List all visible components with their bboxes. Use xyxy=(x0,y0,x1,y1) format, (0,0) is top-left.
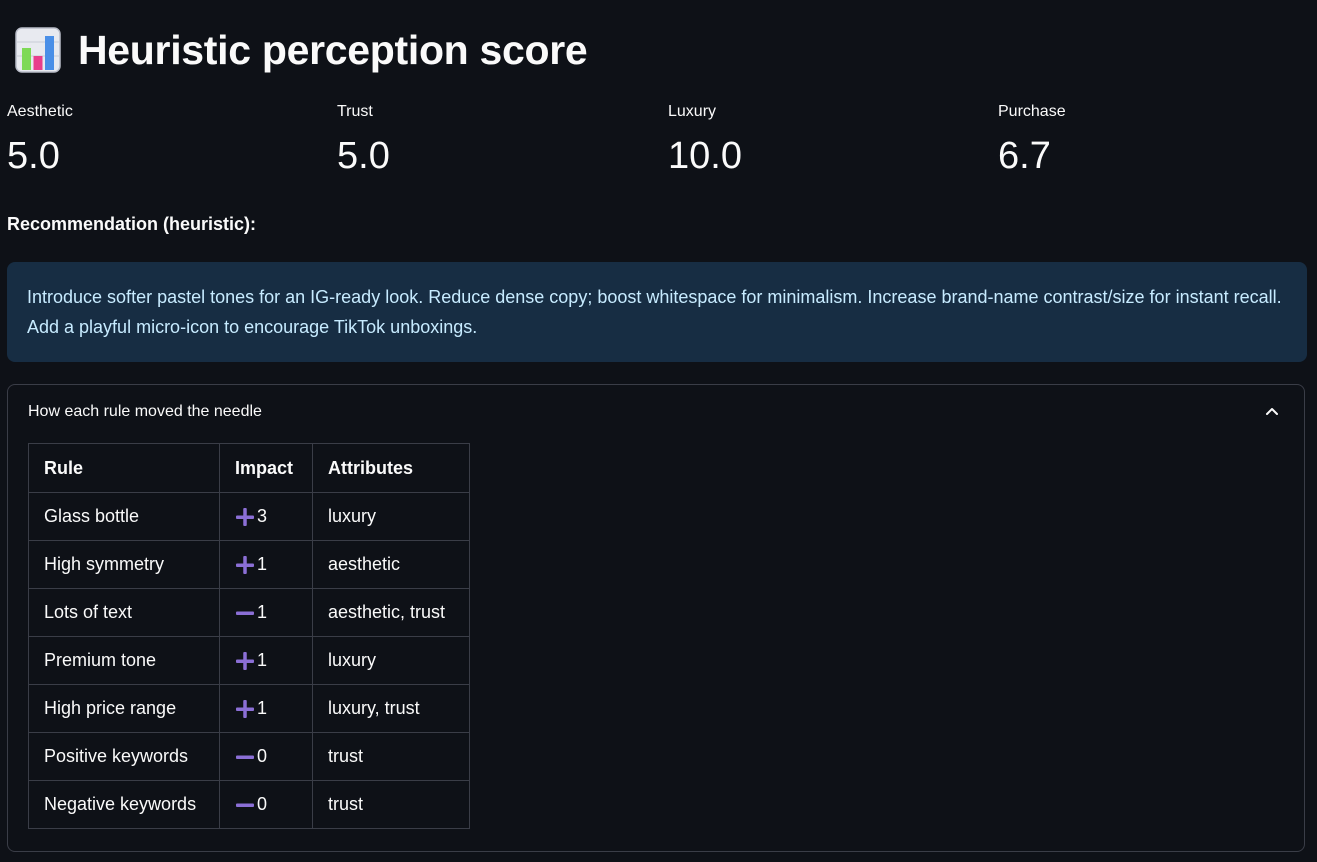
page-title: Heuristic perception score xyxy=(78,26,588,73)
metric-aesthetic: Aesthetic 5.0 xyxy=(7,102,307,180)
cell-rule: Positive keywords xyxy=(28,732,220,781)
cell-attributes: luxury, trust xyxy=(312,684,470,733)
impact-value: 0 xyxy=(257,793,268,814)
plus-icon xyxy=(236,652,254,671)
cell-impact: 1 xyxy=(219,684,313,733)
metric-value: 6.7 xyxy=(998,135,1051,177)
cell-rule: High symmetry xyxy=(28,540,220,589)
table-row: High symmetry 1 aesthetic xyxy=(28,540,470,589)
cell-impact: 1 xyxy=(219,540,313,589)
title-row: Heuristic perception score xyxy=(14,24,588,76)
cell-attributes: luxury xyxy=(312,492,470,541)
metric-luxury: Luxury 10.0 xyxy=(668,102,968,180)
expander-header-label[interactable]: How each rule moved the needle xyxy=(28,403,262,421)
metric-purchase: Purchase 6.7 xyxy=(998,102,1298,180)
cell-impact: 1 xyxy=(219,588,313,637)
chevron-up-icon[interactable] xyxy=(1264,403,1280,419)
minus-icon xyxy=(236,611,254,616)
cell-attributes: trust xyxy=(312,732,470,781)
cell-impact: 0 xyxy=(219,780,313,829)
cell-attributes: aesthetic xyxy=(312,540,470,589)
metric-label: Trust xyxy=(337,103,373,120)
bar-chart-emoji-icon xyxy=(15,27,61,73)
recommendation-text: Introduce softer pastel tones for an IG-… xyxy=(27,287,1282,337)
table-row: Premium tone 1 luxury xyxy=(28,636,470,685)
cell-rule: Glass bottle xyxy=(28,492,220,541)
table-row: High price range 1 luxury, trust xyxy=(28,684,470,733)
metric-trust: Trust 5.0 xyxy=(337,102,637,180)
metric-value: 5.0 xyxy=(337,135,390,177)
recommendation-info-box: Introduce softer pastel tones for an IG-… xyxy=(7,262,1307,362)
impact-value: 1 xyxy=(257,697,268,718)
impact-value: 0 xyxy=(257,745,268,766)
cell-rule: High price range xyxy=(28,684,220,733)
table-row: Glass bottle 3 luxury xyxy=(28,492,470,541)
plus-icon xyxy=(236,508,254,527)
table-row: Negative keywords 0 trust xyxy=(28,780,470,829)
cell-attributes: trust xyxy=(312,780,470,829)
minus-icon xyxy=(236,803,254,808)
metric-label: Aesthetic xyxy=(7,103,73,120)
table-header-row: Rule Impact Attributes xyxy=(28,443,470,493)
impact-value: 1 xyxy=(257,649,268,670)
cell-attributes: aesthetic, trust xyxy=(312,588,470,637)
minus-icon xyxy=(236,755,254,760)
cell-attributes: luxury xyxy=(312,636,470,685)
table-row: Lots of text 1 aesthetic, trust xyxy=(28,588,470,637)
cell-rule: Negative keywords xyxy=(28,780,220,829)
metrics-row: Aesthetic 5.0 Trust 5.0 Luxury 10.0 Purc… xyxy=(7,102,1307,182)
cell-impact: 1 xyxy=(219,636,313,685)
recommendation-heading: Recommendation (heuristic): xyxy=(7,214,257,234)
cell-impact: 0 xyxy=(219,732,313,781)
app-page: Heuristic perception score Aesthetic 5.0… xyxy=(0,0,1317,862)
plus-icon xyxy=(236,556,254,575)
metric-value: 10.0 xyxy=(668,135,742,177)
column-header-rule: Rule xyxy=(28,443,220,493)
impact-value: 1 xyxy=(257,553,268,574)
plus-icon xyxy=(236,700,254,719)
rules-table: Rule Impact Attributes Glass bottle 3 luxu… xyxy=(28,443,470,829)
metric-label: Purchase xyxy=(998,103,1066,120)
cell-rule: Lots of text xyxy=(28,588,220,637)
cell-rule: Premium tone xyxy=(28,636,220,685)
column-header-attributes: Attributes xyxy=(312,443,470,493)
metric-label: Luxury xyxy=(668,103,717,120)
metric-value: 5.0 xyxy=(7,135,60,177)
impact-value: 1 xyxy=(257,601,268,622)
column-header-impact: Impact xyxy=(219,443,313,493)
impact-value: 3 xyxy=(257,505,268,526)
cell-impact: 3 xyxy=(219,492,313,541)
rules-expander: How each rule moved the needle Rule Impa… xyxy=(7,384,1305,852)
table-row: Positive keywords 0 trust xyxy=(28,732,470,781)
